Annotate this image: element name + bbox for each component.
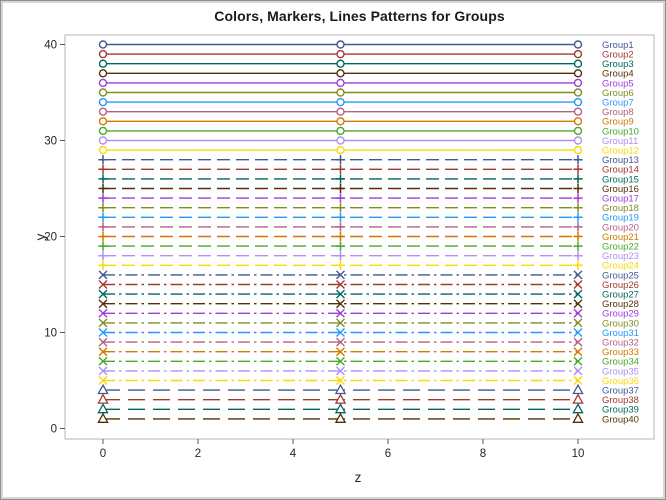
y-tick-label: 10: [44, 328, 57, 340]
curve-label: Group40: [602, 414, 639, 425]
marker-circle-icon: [336, 136, 345, 145]
marker-circle-icon: [573, 88, 583, 97]
x-tick-label: 6: [385, 448, 391, 460]
marker-circle-icon: [336, 40, 345, 49]
marker-circle-icon: [336, 49, 345, 59]
marker-circle-icon: [336, 59, 345, 68]
marker-circle-icon: [98, 78, 108, 88]
chart-figure: Colors, Markers, Lines Patterns for Grou…: [0, 0, 666, 500]
marker-circle-icon: [573, 40, 583, 49]
marker-circle-icon: [98, 69, 108, 78]
marker-circle-icon: [98, 145, 108, 155]
marker-circle-icon: [573, 136, 583, 145]
x-tick-label: 4: [290, 448, 297, 460]
marker-circle-icon: [336, 88, 345, 97]
marker-circle-icon: [573, 126, 583, 136]
x-tick-label: 10: [572, 448, 585, 460]
marker-circle-icon: [573, 117, 583, 126]
x-tick-label: 2: [195, 448, 201, 460]
y-tick-label: 30: [44, 136, 57, 148]
y-tick-label: 40: [44, 40, 57, 52]
marker-circle-icon: [573, 49, 583, 59]
marker-circle-icon: [98, 117, 108, 126]
marker-circle-icon: [573, 78, 583, 88]
marker-circle-icon: [573, 97, 583, 107]
marker-circle-icon: [98, 126, 108, 136]
marker-circle-icon: [336, 97, 345, 107]
marker-circle-icon: [336, 145, 345, 155]
marker-circle-icon: [98, 107, 108, 116]
marker-circle-icon: [336, 126, 345, 136]
marker-circle-icon: [98, 40, 108, 49]
y-axis-label: y: [33, 233, 48, 240]
marker-circle-icon: [573, 107, 583, 116]
x-axis-label: z: [355, 470, 362, 485]
marker-circle-icon: [336, 69, 345, 78]
x-tick-label: 0: [100, 448, 106, 460]
marker-circle-icon: [573, 69, 583, 78]
marker-circle-icon: [98, 59, 108, 68]
marker-circle-icon: [573, 59, 583, 68]
marker-circle-icon: [336, 107, 345, 116]
y-tick-label: 0: [51, 424, 57, 436]
marker-circle-icon: [336, 78, 345, 88]
marker-circle-icon: [336, 117, 345, 126]
chart-canvas: 0 2 4 6 8 10010203040 Group1Group2Group3Group4…: [33, 34, 655, 485]
marker-circle-icon: [573, 145, 583, 155]
marker-circle-icon: [98, 49, 108, 59]
x-tick-label: 8: [480, 448, 486, 460]
marker-circle-icon: [98, 97, 108, 107]
marker-circle-icon: [98, 136, 108, 145]
marker-circle-icon: [98, 88, 108, 97]
